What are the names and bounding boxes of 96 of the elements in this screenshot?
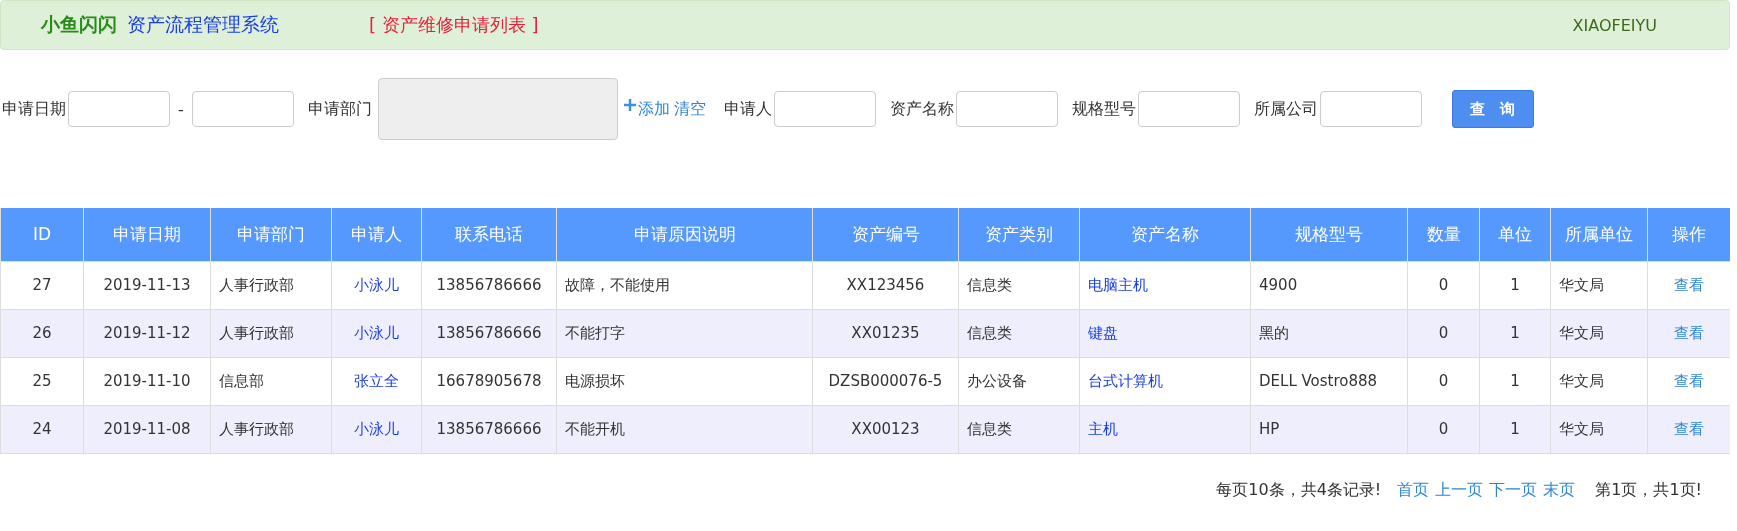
brand-name: 小鱼闪闪 <box>41 12 117 37</box>
table-cell: 信息类 <box>958 405 1080 453</box>
table-cell: 26 <box>0 309 84 357</box>
column-header: 联系电话 <box>421 208 557 261</box>
column-header: ID <box>0 208 84 261</box>
range-separator: - <box>178 99 184 119</box>
cell-link[interactable]: 小泳儿 <box>331 261 422 309</box>
table-cell: 25 <box>0 357 84 405</box>
page-status: 第1页，共1页! <box>1595 479 1702 501</box>
input-field[interactable] <box>955 91 1058 127</box>
table-cell: 信息类 <box>958 261 1080 309</box>
column-header: 资产类别 <box>958 208 1080 261</box>
table-cell: 不能开机 <box>556 405 813 453</box>
filter-label: 申请日期 <box>2 98 66 120</box>
search-button[interactable]: 查 询 <box>1451 90 1534 128</box>
table-cell: 信息类 <box>958 309 1080 357</box>
table-cell: 信息部 <box>210 357 332 405</box>
cell-link[interactable]: 主机 <box>1079 405 1251 453</box>
table-cell: 13856786666 <box>421 405 557 453</box>
column-header: 资产编号 <box>812 208 959 261</box>
column-header: 操作 <box>1647 208 1730 261</box>
table-cell: DELL Vostro888 <box>1250 357 1408 405</box>
table-cell: 华文局 <box>1550 261 1648 309</box>
table-cell: 0 <box>1407 261 1480 309</box>
input-field[interactable] <box>1137 91 1240 127</box>
input-field[interactable] <box>1319 91 1422 127</box>
filter-label: 所属公司 <box>1253 98 1318 120</box>
table-cell: XX00123 <box>812 405 959 453</box>
table-cell: 1 <box>1479 261 1551 309</box>
table-cell: XX01235 <box>812 309 959 357</box>
pagination-link[interactable]: 末页 <box>1543 479 1576 501</box>
table-cell: 华文局 <box>1550 309 1648 357</box>
table-cell: 故障，不能使用 <box>556 261 813 309</box>
department-field[interactable] <box>377 78 618 140</box>
table-cell: 0 <box>1407 357 1480 405</box>
table-cell: 1 <box>1479 405 1551 453</box>
clear-link[interactable]: 清空 <box>673 98 706 120</box>
filter-label: 申请部门 <box>307 98 372 120</box>
table-cell: HP <box>1250 405 1408 453</box>
table-cell: DZSB000076-5 <box>812 357 959 405</box>
column-header: 规格型号 <box>1250 208 1408 261</box>
table-cell: XX123456 <box>812 261 959 309</box>
view-link[interactable]: 查看 <box>1647 309 1730 357</box>
user-name: XIAOFEIYU <box>1572 15 1657 35</box>
input-field[interactable] <box>68 91 170 127</box>
table-cell: 人事行政部 <box>210 261 332 309</box>
table-cell: 2019-11-12 <box>83 309 211 357</box>
page-summary: 每页10条，共4条记录! <box>1216 479 1382 501</box>
column-header: 申请日期 <box>83 208 211 261</box>
table-cell: 1 <box>1479 309 1551 357</box>
pagination-link[interactable]: 上一页 <box>1435 479 1484 501</box>
add-link[interactable]: 添加 <box>637 98 670 120</box>
table-cell: 人事行政部 <box>210 309 332 357</box>
column-header: 单位 <box>1479 208 1551 261</box>
table-cell: 2019-11-08 <box>83 405 211 453</box>
table-cell: 电源损坏 <box>556 357 813 405</box>
table-cell: 华文局 <box>1550 357 1648 405</box>
table-cell: 2019-11-10 <box>83 357 211 405</box>
system-title: 资产流程管理系统 <box>127 12 279 37</box>
table-cell: 2019-11-13 <box>83 261 211 309</box>
cell-link[interactable]: 台式计算机 <box>1079 357 1251 405</box>
cell-link[interactable]: 张立全 <box>331 357 422 405</box>
pagination-link[interactable]: 首页 <box>1397 479 1430 501</box>
column-header: 申请部门 <box>210 208 332 261</box>
table-cell: 人事行政部 <box>210 405 332 453</box>
table-cell: 24 <box>0 405 84 453</box>
plus-icon <box>623 99 636 111</box>
table-cell: 不能打字 <box>556 309 813 357</box>
table-cell: 0 <box>1407 309 1480 357</box>
table-cell: 16678905678 <box>421 357 557 405</box>
view-link[interactable]: 查看 <box>1647 405 1730 453</box>
table-cell: 0 <box>1407 405 1480 453</box>
pagination-link[interactable]: 下一页 <box>1489 479 1538 501</box>
table-cell: 13856786666 <box>421 309 557 357</box>
table-cell: 1 <box>1479 357 1551 405</box>
column-header: 数量 <box>1407 208 1480 261</box>
table-cell: 黑的 <box>1250 309 1408 357</box>
column-header: 资产名称 <box>1079 208 1251 261</box>
table-cell: 13856786666 <box>421 261 557 309</box>
cell-link[interactable]: 小泳儿 <box>331 405 422 453</box>
column-header: 申请原因说明 <box>556 208 813 261</box>
table-cell: 办公设备 <box>958 357 1080 405</box>
cell-link[interactable]: 电脑主机 <box>1079 261 1251 309</box>
column-header: 所属单位 <box>1550 208 1648 261</box>
table-cell: 27 <box>0 261 84 309</box>
input-field[interactable] <box>773 91 876 127</box>
cell-link[interactable]: 小泳儿 <box>331 309 422 357</box>
table-cell: 4900 <box>1250 261 1408 309</box>
page-title: [ 资产维修申请列表 ] <box>369 13 539 37</box>
input-field[interactable] <box>191 91 294 127</box>
filter-label: 资产名称 <box>889 98 954 120</box>
table-cell: 华文局 <box>1550 405 1648 453</box>
filter-label: 申请人 <box>723 98 772 120</box>
filter-label: 规格型号 <box>1071 98 1136 120</box>
column-header: 申请人 <box>331 208 422 261</box>
cell-link[interactable]: 键盘 <box>1079 309 1251 357</box>
